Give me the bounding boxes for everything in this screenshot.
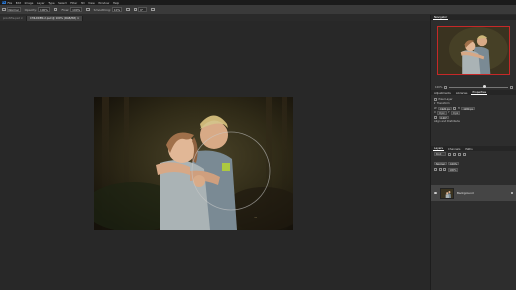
- zoom-value[interactable]: 100%: [435, 86, 442, 89]
- rotate-icon: [434, 115, 437, 119]
- layers-filter-row: Kind: [434, 152, 514, 156]
- kind-filter-select[interactable]: Kind: [434, 152, 446, 156]
- blend-row: Normal 100%: [434, 161, 514, 166]
- menu-view[interactable]: View: [88, 1, 95, 5]
- angle-input[interactable]: 0.00°: [438, 115, 450, 119]
- layer-thumbnail-image: [441, 188, 453, 198]
- lock-row: 100%: [434, 168, 514, 173]
- x-input[interactable]: 0 px: [437, 111, 447, 115]
- pressure-icon: [53, 7, 58, 12]
- tab-channels[interactable]: Channels: [447, 147, 461, 151]
- layer-row-background[interactable]: Background: [431, 185, 516, 201]
- smoothing-input[interactable]: 10%: [111, 7, 123, 12]
- menu-type[interactable]: Type: [48, 1, 54, 5]
- menu-window[interactable]: Window: [98, 1, 109, 5]
- navigator-panel-header: Navigator: [431, 15, 516, 20]
- w-label: W: [434, 106, 437, 110]
- flow-control: Flow: 100%: [61, 7, 83, 12]
- height-input[interactable]: 1280 px: [461, 106, 476, 110]
- filter-shape-icon[interactable]: [463, 152, 466, 156]
- mode-select[interactable]: Normal: [6, 7, 21, 12]
- align-label: Align and Distribute: [434, 120, 460, 124]
- smoothing-options[interactable]: [126, 7, 130, 12]
- options-bar: Normal Opacity: 100% Flow: 100% Smoothin…: [0, 5, 516, 15]
- navigator-zoom: 100%: [435, 85, 513, 89]
- tab-layers[interactable]: Layers: [433, 146, 444, 151]
- tab-adjustments[interactable]: Adjustments: [433, 91, 452, 95]
- menu-help[interactable]: Help: [113, 1, 119, 5]
- zoom-in-icon[interactable]: [510, 85, 513, 89]
- tab-paths[interactable]: Paths: [464, 147, 473, 151]
- airbrush-toggle[interactable]: [86, 7, 90, 12]
- menu-image[interactable]: Image: [25, 1, 34, 5]
- x-label: X: [434, 111, 436, 115]
- navigator-preview: [438, 27, 509, 74]
- tab-properties[interactable]: Properties: [471, 90, 488, 95]
- opacity-label: Opacity:: [24, 7, 37, 12]
- opacity-input[interactable]: 100%: [37, 7, 50, 12]
- document-photo[interactable]: ~: [94, 97, 293, 230]
- props-align-row: Align and Distribute: [434, 120, 514, 125]
- link-icon[interactable]: [453, 106, 457, 110]
- layer-opacity-input[interactable]: 100%: [448, 161, 459, 165]
- tab-navigator[interactable]: Navigator: [433, 15, 449, 20]
- tool-preset-picker[interactable]: Normal: [2, 7, 21, 12]
- photo-children-hugging: ~: [94, 97, 293, 230]
- y-label: Y: [448, 111, 450, 115]
- smoothing-control: Smoothing: 10%: [93, 7, 123, 12]
- y-input[interactable]: 0 px: [451, 111, 461, 115]
- zoom-slider[interactable]: [449, 85, 508, 89]
- angle-icon: [133, 7, 138, 12]
- properties-panel-header: Adjustments Libraries Properties: [431, 90, 516, 95]
- eye-icon[interactable]: [434, 192, 437, 194]
- menu-layer[interactable]: Layer: [37, 1, 45, 5]
- butterfly-icon: [151, 7, 155, 12]
- symmetry-toggle[interactable]: [151, 7, 155, 12]
- layer-name[interactable]: Background: [457, 191, 474, 195]
- props-section: Transform: [436, 102, 450, 106]
- pixel-layer-icon: [434, 97, 437, 101]
- width-input[interactable]: 1920 px: [438, 106, 452, 110]
- tab-libraries[interactable]: Libraries: [455, 91, 469, 95]
- menu-filter[interactable]: Filter: [70, 1, 77, 5]
- lock-position-icon[interactable]: [438, 168, 442, 172]
- lock-all-icon[interactable]: [443, 168, 446, 172]
- zoom-out-icon[interactable]: [444, 85, 448, 89]
- photoshop-logo-icon[interactable]: Ps: [2, 0, 6, 5]
- flow-label: Flow:: [61, 7, 70, 12]
- section-chevron-icon[interactable]: ▾: [434, 102, 435, 105]
- layers-panel-header: Layers Channels Paths: [431, 146, 516, 151]
- right-panel-dock: Navigator 100% Adjustments Libraries Pro…: [430, 15, 516, 290]
- blend-mode-select[interactable]: Normal: [434, 161, 447, 165]
- opacity-control: Opacity: 100%: [25, 7, 50, 12]
- h-label: H: [457, 106, 460, 110]
- angle-control: 0°: [133, 7, 148, 12]
- lock-pixels-icon[interactable]: [434, 168, 437, 172]
- navigator-thumbnail[interactable]: [437, 26, 510, 75]
- menu-select[interactable]: Select: [58, 1, 67, 5]
- properties-panel: Pixel Layer ▾ Transform W 1920 px H 1280…: [434, 97, 514, 124]
- layers-options: Normal 100% 100%: [434, 161, 514, 172]
- layer-fill-input[interactable]: 100%: [447, 168, 459, 172]
- filter-type-icon[interactable]: [458, 152, 461, 156]
- menu-file[interactable]: File: [8, 1, 13, 5]
- gear-icon: [126, 7, 130, 12]
- menu-edit[interactable]: Edit: [16, 1, 21, 5]
- filter-pixel-icon[interactable]: [448, 152, 451, 156]
- angle-input[interactable]: 0°: [138, 7, 148, 12]
- brush-icon: [2, 7, 6, 12]
- lock-icon: [510, 191, 513, 195]
- svg-text:~: ~: [254, 215, 257, 220]
- smoothing-label: Smoothing:: [93, 7, 111, 12]
- props-title: Pixel Layer: [438, 97, 453, 101]
- airbrush-icon: [86, 7, 90, 12]
- filter-adjustment-icon[interactable]: [453, 152, 456, 156]
- pressure-opacity-toggle[interactable]: [53, 7, 58, 12]
- layer-thumbnail: [440, 187, 454, 199]
- zoom-slider-knob[interactable]: [483, 85, 487, 89]
- flow-input[interactable]: 100%: [70, 7, 83, 12]
- menu-3d[interactable]: 3D: [81, 1, 85, 5]
